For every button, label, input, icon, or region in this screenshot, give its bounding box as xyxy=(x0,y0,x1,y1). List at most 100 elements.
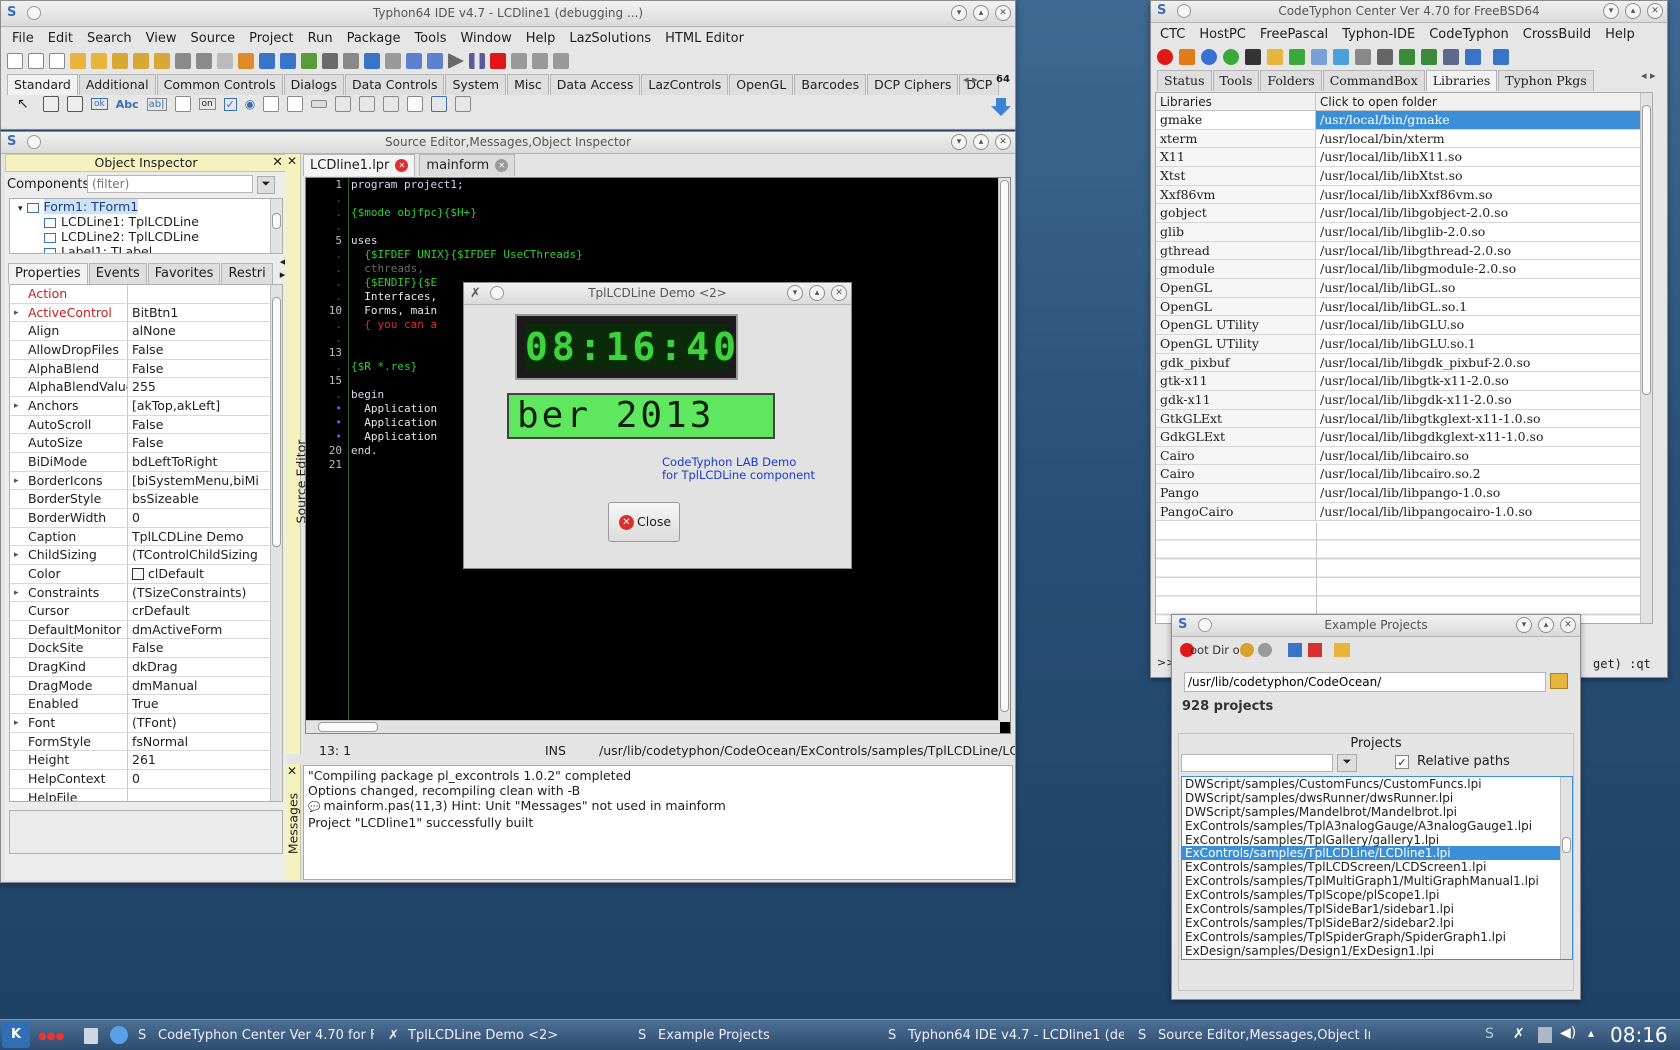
expand-icon[interactable]: ▸ xyxy=(14,714,19,732)
tpanel-icon[interactable] xyxy=(407,96,424,112)
property-value[interactable]: 0 xyxy=(128,509,282,527)
filter-icon[interactable]: ⏷ xyxy=(257,176,275,194)
property-value[interactable]: False xyxy=(128,416,282,434)
clock[interactable]: 08:16 xyxy=(1610,1023,1668,1047)
project-item[interactable]: ExControls/samples/TplLCDScreen/LCDScree… xyxy=(1182,860,1572,874)
build-icon[interactable] xyxy=(1399,49,1415,65)
source-editor-titlebar[interactable]: S Source Editor,Messages,Object Inspecto… xyxy=(1,132,1015,154)
tcheckgroup-icon[interactable] xyxy=(383,96,400,112)
property-value[interactable]: dkDrag xyxy=(128,658,282,676)
settings-icon[interactable] xyxy=(1443,49,1459,65)
minimize-icon[interactable]: ▾ xyxy=(787,285,803,301)
project-item[interactable]: ExControls/samples/TplGallery/gallery1.l… xyxy=(1182,833,1572,847)
stop-icon[interactable] xyxy=(490,53,506,69)
project-item[interactable]: ExControls/samples/TplSideBar2/sidebar2.… xyxy=(1182,916,1572,930)
library-row[interactable]: xterm/usr/local/bin/xterm xyxy=(1156,129,1652,149)
library-path[interactable]: /usr/local/lib/libgthread-2.0.so xyxy=(1316,241,1652,260)
library-path[interactable]: /usr/local/lib/libgtkglext-x11-1.0.so xyxy=(1316,409,1652,428)
terminal-icon[interactable] xyxy=(1245,49,1261,65)
open-folder-icon[interactable] xyxy=(1550,673,1568,689)
tradiobutton-icon[interactable]: ◉ xyxy=(245,97,255,111)
close-icon[interactable]: ✕ xyxy=(831,285,847,301)
forms-icon[interactable] xyxy=(301,53,317,69)
library-path[interactable]: /usr/local/lib/libGLU.so.1 xyxy=(1316,334,1652,353)
step-out-icon[interactable] xyxy=(532,53,548,69)
window-icon[interactable] xyxy=(1493,49,1509,65)
library-row[interactable]: gdk-x11/usr/local/lib/libgdk-x11-2.0.so xyxy=(1156,390,1652,410)
inspector-tab-restri[interactable]: Restri xyxy=(221,263,273,284)
center-tab-tools[interactable]: Tools xyxy=(1212,70,1260,91)
project-item[interactable]: ExDesign/samples/Design1/ExDesign1.lpi xyxy=(1182,944,1572,958)
center-tab-libraries[interactable]: Libraries xyxy=(1425,70,1498,91)
library-row[interactable]: PangoCairo/usr/local/lib/libpangocairo-1… xyxy=(1156,502,1652,522)
tree-item[interactable]: LCDLine1: TplLCDLine xyxy=(10,214,282,229)
filter-icon[interactable]: ⏷ xyxy=(1337,754,1357,772)
property-value[interactable] xyxy=(128,285,282,303)
expand-icon[interactable]: ▸ xyxy=(14,584,19,602)
menu-project[interactable]: Project xyxy=(242,31,300,46)
expand-icon[interactable]: ▸ xyxy=(14,397,19,415)
activities-icon[interactable]: ●●● xyxy=(38,1031,64,1042)
library-path[interactable]: /usr/local/bin/gmake xyxy=(1316,111,1652,129)
kde-start-icon[interactable]: K xyxy=(2,1022,30,1048)
tframe-icon[interactable] xyxy=(431,96,448,112)
library-row[interactable]: glib/usr/local/lib/libglib-2.0.so xyxy=(1156,222,1652,242)
library-path[interactable]: /usr/local/lib/libcairo.so.2 xyxy=(1316,465,1652,484)
close-tab-icon[interactable]: ✕ xyxy=(495,159,509,172)
tcheckbox-icon[interactable]: ✓ xyxy=(223,97,237,111)
property-row[interactable]: ▸ Anchors [akTop,akLeft] xyxy=(10,396,282,416)
library-row[interactable]: GtkGLExt/usr/local/lib/libgtkglext-x11-1… xyxy=(1156,409,1652,429)
folder-header[interactable]: Click to open folder xyxy=(1316,93,1652,110)
inspector-tab-events[interactable]: Events xyxy=(88,263,147,284)
open-project-icon[interactable] xyxy=(91,53,107,69)
tscrollbar-icon[interactable] xyxy=(311,100,328,108)
property-value[interactable]: alNone xyxy=(128,322,282,340)
clipboard-icon[interactable] xyxy=(84,1028,98,1044)
property-value[interactable]: [akTop,akLeft] xyxy=(128,397,282,415)
root-path-input[interactable] xyxy=(1184,672,1546,692)
editor-tab[interactable]: LCDline1.lpr ✕ xyxy=(303,154,416,176)
expand-icon[interactable]: ▸ xyxy=(14,472,19,490)
close-button[interactable]: ✕ Close xyxy=(608,502,680,542)
tray-update-icon[interactable] xyxy=(1538,1027,1552,1043)
property-value[interactable]: 0 xyxy=(128,770,282,788)
library-path[interactable]: /usr/local/lib/libGLU.so xyxy=(1316,316,1652,334)
palette-tab[interactable]: Misc xyxy=(507,74,549,95)
property-value[interactable]: 255 xyxy=(128,378,282,396)
property-row[interactable]: ▸ ActiveControl BitBtn1 xyxy=(10,303,282,323)
property-row[interactable]: DefaultMonitor dmActiveForm xyxy=(10,620,282,640)
pointer-icon[interactable]: ↖ xyxy=(17,96,35,112)
property-value[interactable]: dmActiveForm xyxy=(128,621,282,639)
menu-tools[interactable]: Tools xyxy=(407,31,453,46)
property-row[interactable]: ▸ Font (TFont) xyxy=(10,714,282,733)
library-row[interactable]: Cairo/usr/local/lib/libcairo.so xyxy=(1156,446,1652,466)
gear-icon[interactable] xyxy=(1240,643,1254,657)
project-item[interactable]: ExDesign/samples/ObjInspector1/insp1.lpi xyxy=(1182,958,1572,959)
property-row[interactable]: Caption TplLCDLine Demo xyxy=(10,527,282,547)
center-menu-typhon-ide[interactable]: Typhon-IDE xyxy=(1335,27,1422,42)
new-unit-icon[interactable] xyxy=(7,53,23,69)
library-row[interactable]: gobject/usr/local/lib/libgobject-2.0.so xyxy=(1156,204,1652,223)
center-tab-commandbox[interactable]: CommandBox xyxy=(1322,70,1425,91)
gears-icon[interactable] xyxy=(1377,49,1393,65)
library-row[interactable]: GdkGLExt/usr/local/lib/libgdkglext-x11-1… xyxy=(1156,428,1652,447)
project-item[interactable]: DWScript/samples/dwsRunner/dwsRunner.lpi xyxy=(1182,791,1572,805)
message-line[interactable]: Project "LCDline1" successfully built xyxy=(308,815,1008,830)
property-value[interactable]: True xyxy=(128,695,282,713)
folder-icon[interactable] xyxy=(1334,643,1350,657)
open-icon[interactable] xyxy=(70,53,86,69)
property-row[interactable]: ▸ Constraints (TSizeConstraints) xyxy=(10,583,282,603)
sync-icon[interactable] xyxy=(1465,49,1481,65)
options-icon[interactable] xyxy=(238,53,254,69)
library-row[interactable]: Pango/usr/local/lib/libpango-1.0.so xyxy=(1156,484,1652,503)
library-path[interactable]: /usr/local/lib/libGL.so.1 xyxy=(1316,297,1652,316)
maximize-icon[interactable]: ▴ xyxy=(809,285,825,301)
property-value[interactable]: crDefault xyxy=(128,602,282,620)
property-value[interactable]: dmManual xyxy=(128,677,282,695)
palette-tab[interactable]: LazControls xyxy=(641,74,729,95)
build-icon[interactable] xyxy=(364,53,380,69)
center-menu-crossbuild[interactable]: CrossBuild xyxy=(1516,27,1598,42)
tools-icon[interactable] xyxy=(1355,49,1371,65)
center-tab-typhon-pkgs[interactable]: Typhon Pkgs xyxy=(1498,70,1594,91)
library-path[interactable]: /usr/local/lib/libpango-1.0.so xyxy=(1316,484,1652,502)
